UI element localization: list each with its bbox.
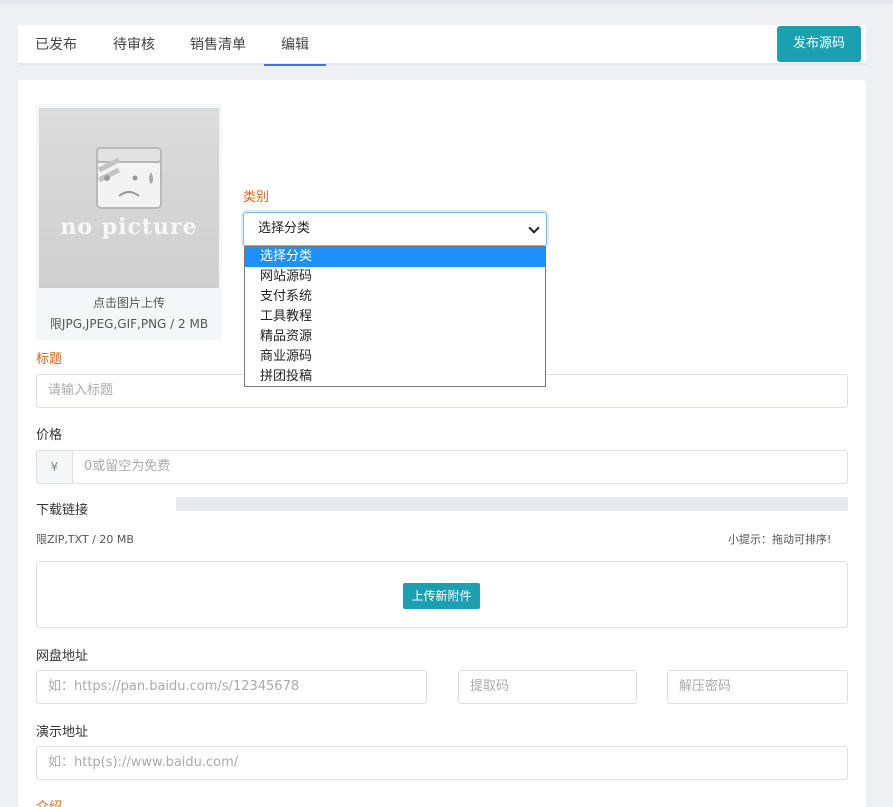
download-label: 下载链接 bbox=[36, 503, 89, 518]
price-label: 价格 bbox=[36, 428, 63, 443]
download-limit: 限ZIP,TXT / 20 MB bbox=[36, 533, 134, 546]
upload-progress-bar bbox=[176, 497, 848, 511]
sad-box-icon bbox=[96, 147, 162, 209]
demo-url-label: 演示地址 bbox=[36, 725, 89, 740]
netdisk-label: 网盘地址 bbox=[36, 649, 89, 664]
category-option[interactable]: 网站源码 bbox=[245, 267, 545, 287]
sort-tip: 小提示：拖动可排序! bbox=[728, 533, 832, 546]
currency-addon: ¥ bbox=[36, 450, 72, 484]
upload-attachment-button[interactable]: 上传新附件 bbox=[403, 583, 480, 609]
tab-published[interactable]: 已发布 bbox=[28, 25, 84, 65]
tab-edit[interactable]: 编辑 bbox=[264, 25, 326, 66]
top-divider bbox=[0, 0, 893, 4]
category-dropdown-list: 选择分类 网站源码 支付系统 工具教程 精品资源 商业源码 拼团投稿 bbox=[244, 246, 546, 387]
category-select[interactable]: 选择分类 bbox=[243, 212, 547, 246]
category-label: 类别 bbox=[243, 190, 270, 205]
demo-url-input[interactable]: 如：http(s)://www.baidu.com/ bbox=[36, 746, 848, 780]
category-option[interactable]: 支付系统 bbox=[245, 287, 545, 307]
category-option[interactable]: 选择分类 bbox=[245, 247, 545, 267]
no-picture-text: no picture bbox=[60, 214, 198, 240]
extraction-code-input[interactable]: 提取码 bbox=[458, 670, 637, 704]
category-option[interactable]: 工具教程 bbox=[245, 307, 545, 327]
price-input[interactable]: 0或留空为免费 bbox=[72, 450, 848, 484]
image-upload-hint: 点击图片上传 bbox=[92, 296, 165, 310]
netdisk-url-input[interactable]: 如：https://pan.baidu.com/s/12345678 bbox=[36, 670, 427, 704]
chevron-down-icon bbox=[528, 222, 540, 234]
unzip-password-input[interactable]: 解压密码 bbox=[667, 670, 848, 704]
category-option[interactable]: 精品资源 bbox=[245, 327, 545, 347]
publish-source-button[interactable]: 发布源码 bbox=[777, 26, 861, 62]
category-option[interactable]: 商业源码 bbox=[245, 347, 545, 367]
tab-pending-review[interactable]: 待审核 bbox=[106, 25, 162, 65]
tab-sales-list[interactable]: 销售清单 bbox=[183, 25, 253, 65]
image-upload-limit: 限JPG,JPEG,GIF,PNG / 2 MB bbox=[49, 317, 209, 331]
category-selected-value: 选择分类 bbox=[258, 221, 311, 236]
category-option[interactable]: 拼团投稿 bbox=[245, 367, 545, 387]
title-label: 标题 bbox=[36, 352, 63, 367]
tab-bar: 已发布 待审核 销售清单 编辑 bbox=[18, 25, 866, 66]
intro-label: 介绍 bbox=[36, 796, 62, 807]
no-picture-image[interactable]: no picture bbox=[39, 108, 219, 288]
